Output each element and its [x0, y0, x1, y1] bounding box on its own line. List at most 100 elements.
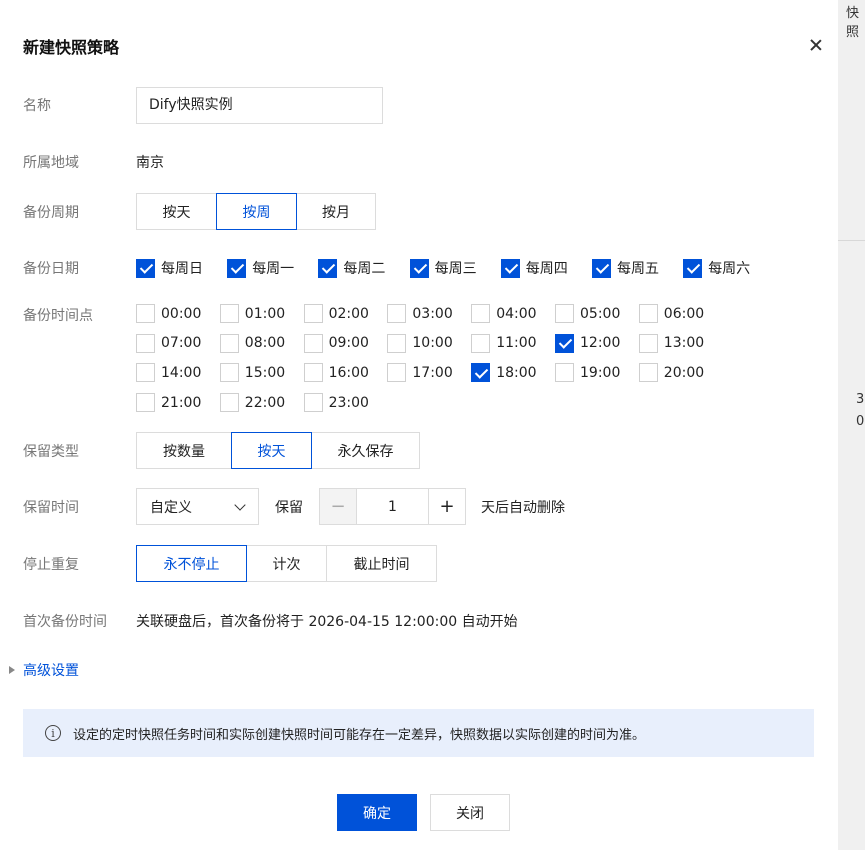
checkbox-unchecked-icon[interactable]: [303, 363, 323, 383]
checkbox-checked-icon[interactable]: [136, 258, 155, 278]
checkbox-unchecked-icon[interactable]: [303, 333, 323, 353]
stop-option-deadline[interactable]: 截止时间: [326, 545, 437, 582]
time-checkbox[interactable]: 22:00: [219, 393, 286, 413]
checkbox-label: 每周三: [434, 261, 477, 277]
checkbox-unchecked-icon[interactable]: [136, 304, 155, 323]
checkbox-checked-icon[interactable]: [471, 363, 491, 383]
checkbox-unchecked-icon[interactable]: [387, 304, 407, 323]
dialog-title: 新建快照策略: [23, 38, 120, 57]
checkbox-unchecked-icon[interactable]: [303, 304, 323, 323]
checkbox-unchecked-icon[interactable]: [136, 393, 155, 413]
checkbox-label: 每周日: [161, 261, 203, 277]
close-button[interactable]: 关闭: [430, 794, 510, 831]
time-checkbox[interactable]: 13:00: [638, 333, 704, 353]
time-checkbox[interactable]: 01:00: [219, 304, 285, 323]
checkbox-unchecked-icon[interactable]: [471, 304, 491, 323]
cycle-option-weekly[interactable]: 按周: [216, 193, 297, 230]
checkbox-unchecked-icon[interactable]: [219, 393, 239, 413]
time-checkbox[interactable]: 12:00: [555, 333, 621, 353]
checkbox-checked-icon[interactable]: [555, 333, 574, 353]
day-checkbox[interactable]: 每周六: [683, 258, 750, 278]
day-checkbox[interactable]: 每周一: [227, 258, 294, 278]
time-checkbox[interactable]: 19:00: [555, 363, 621, 383]
time-checkbox[interactable]: 08:00: [219, 333, 285, 353]
time-checkbox[interactable]: 00:00: [136, 304, 201, 323]
checkbox-label: 03:00: [412, 305, 453, 322]
checkbox-checked-icon[interactable]: [592, 258, 611, 278]
retention-option-permanent[interactable]: 永久保存: [311, 432, 420, 469]
checkbox-unchecked-icon[interactable]: [219, 363, 239, 383]
checkbox-checked-icon[interactable]: [683, 258, 703, 278]
advanced-settings-toggle[interactable]: 高级设置: [9, 660, 79, 680]
increment-button[interactable]: +: [428, 489, 465, 524]
time-checkbox[interactable]: 18:00: [471, 363, 537, 383]
checkbox-label: 18:00: [496, 364, 537, 381]
checkbox-unchecked-icon[interactable]: [387, 333, 407, 353]
name-input[interactable]: Dify快照实例: [136, 87, 383, 124]
time-checkbox[interactable]: 02:00: [303, 304, 369, 323]
checkbox-unchecked-icon[interactable]: [136, 333, 155, 353]
day-checkbox[interactable]: 每周日: [136, 258, 203, 278]
time-checkbox[interactable]: 05:00: [555, 304, 620, 323]
checkbox-label: 22:00: [244, 394, 286, 411]
checkbox-label: 02:00: [328, 305, 369, 322]
checkbox-label: 19:00: [580, 364, 621, 381]
checkbox-checked-icon[interactable]: [409, 258, 429, 278]
time-checkbox[interactable]: 17:00: [387, 363, 453, 383]
checkbox-checked-icon[interactable]: [227, 258, 247, 278]
checkbox-unchecked-icon[interactable]: [555, 304, 574, 323]
day-checkbox[interactable]: 每周三: [409, 258, 477, 278]
background-text-fragment: 快照: [846, 6, 860, 40]
checkbox-label: 21:00: [161, 394, 202, 411]
retention-type-segment: 按数量 按天 永久保存: [136, 432, 420, 469]
time-checkbox[interactable]: 09:00: [303, 333, 369, 353]
checkbox-unchecked-icon[interactable]: [638, 333, 658, 353]
stop-option-count[interactable]: 计次: [246, 545, 327, 582]
checkbox-unchecked-icon[interactable]: [219, 304, 239, 323]
time-checkbox[interactable]: 20:00: [638, 363, 704, 383]
time-checkbox[interactable]: 21:00: [136, 393, 202, 413]
checkbox-checked-icon[interactable]: [500, 258, 520, 278]
time-checkbox[interactable]: 07:00: [136, 333, 201, 353]
decrement-button[interactable]: −: [320, 489, 357, 524]
checkbox-unchecked-icon[interactable]: [136, 363, 155, 383]
checkbox-unchecked-icon[interactable]: [471, 333, 491, 353]
time-checkbox[interactable]: 11:00: [471, 333, 537, 353]
name-label: 名称: [23, 98, 51, 114]
time-checkbox[interactable]: 10:00: [387, 333, 453, 353]
day-checkbox[interactable]: 每周五: [592, 258, 659, 278]
time-checkbox[interactable]: 04:00: [471, 304, 537, 323]
time-checkbox[interactable]: 15:00: [219, 363, 286, 383]
confirm-button[interactable]: 确定: [337, 794, 417, 831]
time-checkbox[interactable]: 23:00: [303, 393, 369, 413]
retention-mode-select[interactable]: 自定义: [136, 488, 259, 525]
retention-days-input[interactable]: 1: [357, 489, 428, 524]
checkbox-unchecked-icon[interactable]: [303, 393, 323, 413]
checkbox-unchecked-icon[interactable]: [387, 363, 407, 383]
cycle-option-daily[interactable]: 按天: [136, 193, 217, 230]
stop-option-never[interactable]: 永不停止: [136, 545, 247, 582]
close-icon[interactable]: [806, 36, 826, 56]
checkbox-unchecked-icon[interactable]: [638, 304, 658, 323]
checkbox-label: 每周四: [525, 261, 568, 277]
checkbox-label: 23:00: [328, 394, 369, 411]
background-divider: [838, 240, 865, 241]
cycle-option-monthly[interactable]: 按月: [296, 193, 376, 230]
time-checkbox[interactable]: 16:00: [303, 363, 369, 383]
checkbox-label: 每周六: [708, 261, 751, 277]
retention-time-label: 保留时间: [23, 500, 79, 516]
checkbox-label: 15:00: [244, 364, 286, 381]
time-checkbox[interactable]: 14:00: [136, 363, 201, 383]
retention-option-by-count[interactable]: 按数量: [136, 432, 232, 469]
time-checkbox[interactable]: 06:00: [638, 304, 704, 323]
checkbox-unchecked-icon[interactable]: [555, 363, 574, 383]
checkbox-label: 12:00: [580, 335, 621, 352]
checkbox-checked-icon[interactable]: [318, 258, 338, 278]
time-checkbox[interactable]: 03:00: [387, 304, 453, 323]
checkbox-unchecked-icon[interactable]: [638, 363, 658, 383]
notice-text: 设定的定时快照任务时间和实际创建快照时间可能存在一定差异，快照数据以实际创建的时…: [73, 727, 646, 743]
day-checkbox[interactable]: 每周四: [500, 258, 568, 278]
retention-option-by-day[interactable]: 按天: [231, 432, 312, 469]
day-checkbox[interactable]: 每周二: [318, 258, 385, 278]
checkbox-unchecked-icon[interactable]: [219, 333, 239, 353]
